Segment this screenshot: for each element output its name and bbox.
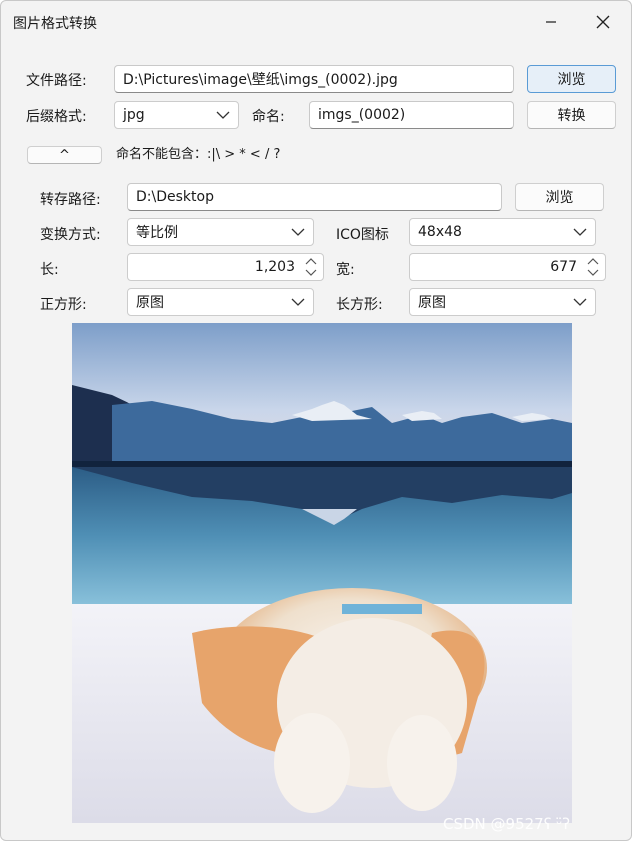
minimize-button[interactable] xyxy=(531,7,571,37)
ico-label: ICO图标 xyxy=(336,227,389,243)
chevron-down-icon xyxy=(573,298,587,306)
transform-select[interactable]: 等比例 xyxy=(127,218,314,246)
browse-save-button[interactable]: 浏览 xyxy=(515,183,604,211)
name-label: 命名: xyxy=(252,109,285,125)
spin-icon[interactable] xyxy=(301,256,321,278)
file-path-label: 文件路径: xyxy=(26,73,87,89)
save-path-input[interactable]: D:\Desktop xyxy=(127,183,502,211)
watermark-text: CSDN @9527ʕ ᵕ̈ʔ xyxy=(443,815,570,833)
width-value: 677 xyxy=(550,259,577,275)
suffix-value: jpg xyxy=(123,107,145,123)
suffix-select[interactable]: jpg xyxy=(114,101,239,129)
save-path-label: 转存路径: xyxy=(40,192,101,208)
spin-icon[interactable] xyxy=(583,256,603,278)
name-hint: 命名不能包含：:|\ > * < / ? xyxy=(116,147,281,162)
preview-image xyxy=(72,323,572,823)
chevron-down-icon xyxy=(573,228,587,236)
file-path-input[interactable]: D:\Pictures\image\壁纸\imgs_(0002).jpg xyxy=(114,65,514,93)
transform-label: 变换方式: xyxy=(40,227,101,243)
close-button[interactable] xyxy=(583,7,623,37)
window-title: 图片格式转换 xyxy=(13,16,97,32)
length-label: 长: xyxy=(40,262,59,278)
square-value: 原图 xyxy=(136,295,164,311)
chevron-down-icon xyxy=(216,111,230,119)
name-input[interactable]: imgs_(0002) xyxy=(309,101,514,129)
length-stepper[interactable]: 1,203 xyxy=(127,253,324,281)
chevron-down-icon xyxy=(291,298,305,306)
ico-select[interactable]: 48x48 xyxy=(409,218,596,246)
minimize-icon xyxy=(546,21,556,23)
image-preview xyxy=(72,323,572,823)
square-select[interactable]: 原图 xyxy=(127,288,314,316)
length-value: 1,203 xyxy=(254,259,295,275)
suffix-label: 后缀格式: xyxy=(26,109,87,125)
rect-label: 长方形: xyxy=(336,297,383,313)
title-bar: 图片格式转换 xyxy=(1,1,631,43)
width-stepper[interactable]: 677 xyxy=(409,253,606,281)
rect-select[interactable]: 原图 xyxy=(409,288,596,316)
square-label: 正方形: xyxy=(40,297,87,313)
convert-button[interactable]: 转换 xyxy=(527,101,616,129)
transform-value: 等比例 xyxy=(136,225,178,241)
collapse-button[interactable]: ^ xyxy=(27,146,102,164)
rect-value: 原图 xyxy=(418,295,446,311)
ico-value: 48x48 xyxy=(418,224,462,240)
width-label: 宽: xyxy=(336,262,355,278)
browse-file-button[interactable]: 浏览 xyxy=(527,65,616,93)
chevron-down-icon xyxy=(291,228,305,236)
app-window: 图片格式转换 文件路径: D:\Pictures\image\壁纸\imgs_(… xyxy=(0,0,632,841)
close-icon xyxy=(596,15,610,29)
